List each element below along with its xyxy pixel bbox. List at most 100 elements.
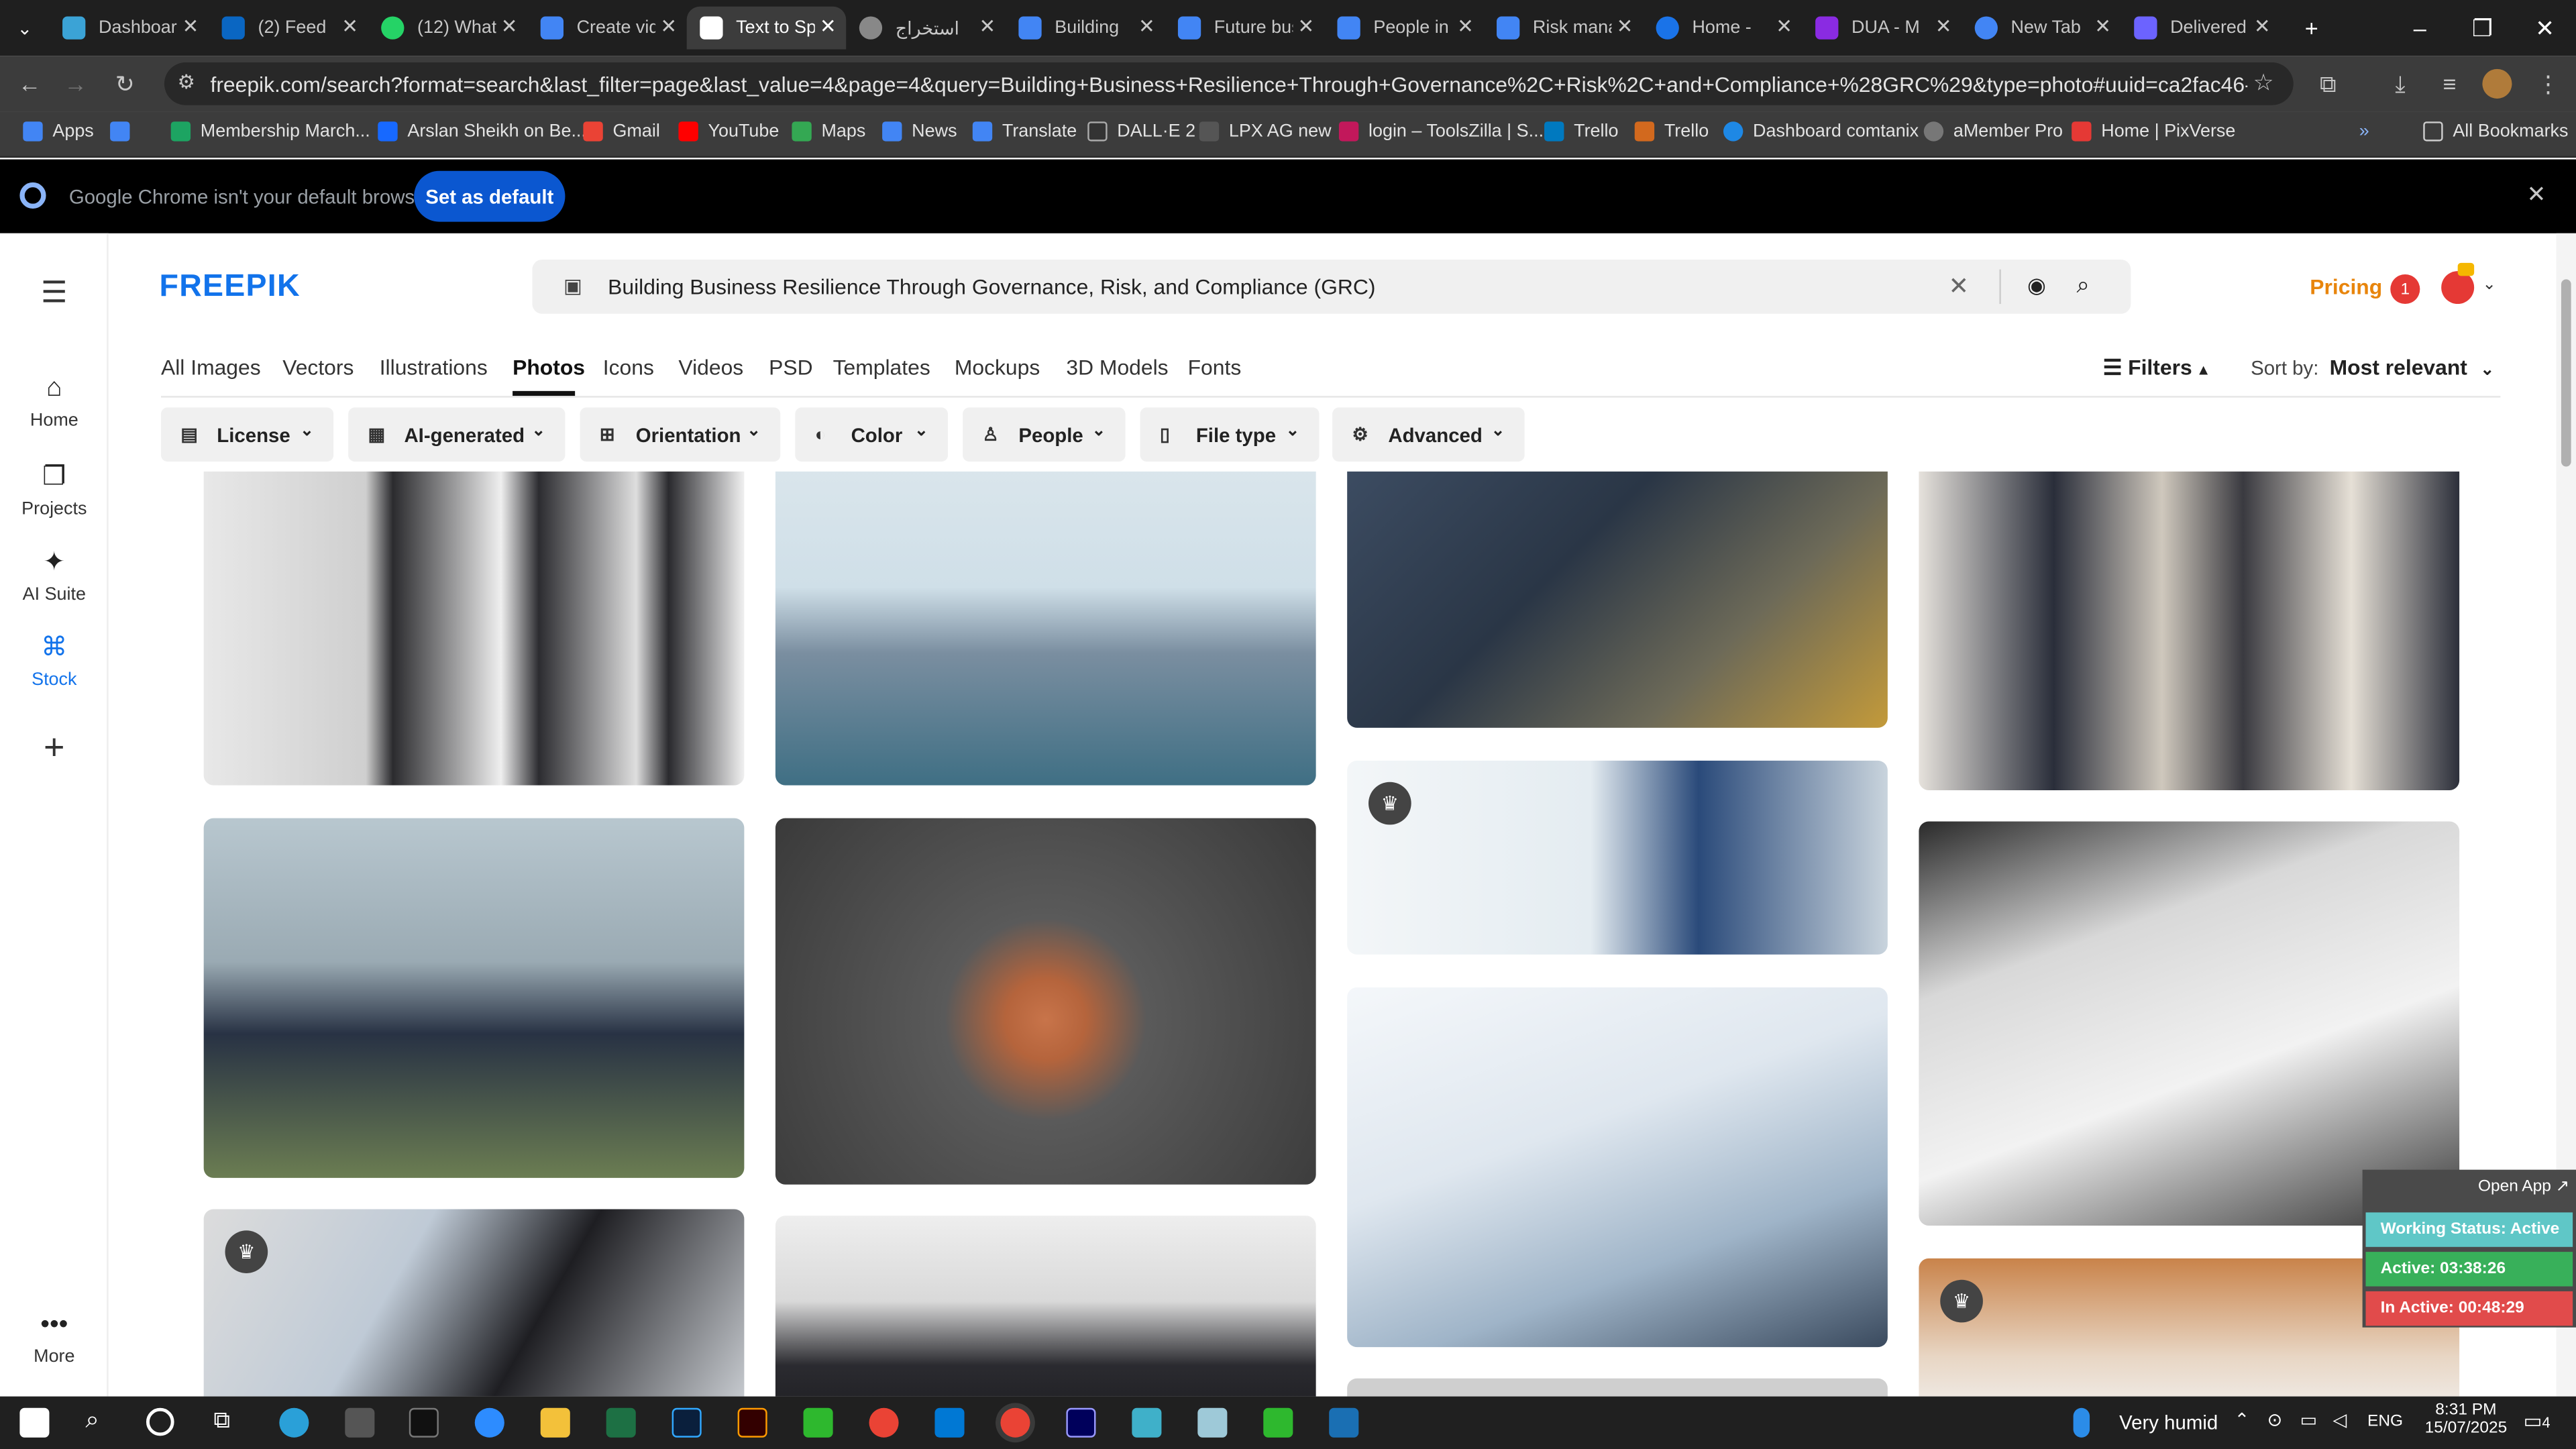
terminal-icon[interactable]	[409, 1407, 439, 1438]
close-tab-icon[interactable]: ✕	[2094, 15, 2111, 38]
close-tab-icon[interactable]: ✕	[1935, 15, 1952, 38]
browser-tab[interactable]: People in ✕	[1324, 7, 1484, 50]
camera-search-icon[interactable]: ◉	[2027, 273, 2046, 299]
phone-icon[interactable]	[803, 1407, 833, 1438]
filter-people[interactable]: ♙ People ⌄	[963, 407, 1126, 462]
tab-all-images[interactable]: All Images	[161, 355, 261, 380]
bookmark-item[interactable]: aMember Pro	[1923, 121, 2063, 142]
close-tab-icon[interactable]: ✕	[660, 15, 677, 38]
bookmark-item[interactable]: News	[882, 121, 957, 142]
bookmark-item[interactable]: YouTube	[678, 121, 779, 142]
tab-templates[interactable]: Templates	[833, 355, 930, 380]
close-tab-icon[interactable]: ✕	[501, 15, 518, 38]
tab-psd[interactable]: PSD	[769, 355, 812, 380]
browser-tab-active[interactable]: Text to Speech✕	[686, 6, 847, 50]
bookmark-item[interactable]: Membership March...	[170, 121, 370, 142]
notification-bell-icon[interactable]: 1	[2390, 274, 2420, 305]
back-icon[interactable]: ←	[15, 69, 44, 99]
excel-icon[interactable]	[606, 1407, 636, 1438]
edge-icon[interactable]	[279, 1407, 309, 1438]
sidebar-item-ai-suite[interactable]: ✦ AI Suite	[0, 545, 109, 604]
browser-tab[interactable]: Home - ✕	[1643, 7, 1803, 50]
tray-chevron-icon[interactable]: ⌃	[2235, 1409, 2250, 1431]
browser-tab[interactable]: New Tab ✕	[1962, 7, 2121, 50]
profile-avatar[interactable]	[2482, 68, 2512, 99]
browser-tab[interactable]: Risk management✕	[1483, 7, 1643, 50]
restore-icon[interactable]: ❐	[2451, 0, 2514, 56]
tab-fonts[interactable]: Fonts	[1188, 355, 1242, 380]
photoshop-icon[interactable]	[672, 1407, 702, 1438]
bookmark-item[interactable]: Trello	[1544, 121, 1619, 142]
image-type-icon[interactable]: ▣	[564, 274, 582, 297]
site-info-icon[interactable]: ⚙	[177, 70, 195, 93]
browser-tab[interactable]: Create video✕	[527, 7, 687, 50]
sort-dropdown[interactable]: Most relevant ⌄	[2330, 355, 2494, 380]
task-view-icon[interactable]: ⧉	[213, 1406, 229, 1434]
tab-vectors[interactable]: Vectors	[282, 355, 354, 380]
hamburger-menu-icon[interactable]: ☰	[0, 276, 109, 310]
tab-mockups[interactable]: Mockups	[955, 355, 1040, 380]
file-explorer-icon[interactable]	[540, 1407, 570, 1438]
phone-icon[interactable]	[1263, 1407, 1293, 1438]
bookmark-item[interactable]: Trello	[1634, 121, 1709, 142]
chrome-icon[interactable]	[1000, 1407, 1030, 1438]
browser-tab[interactable]: Building ✕	[1006, 7, 1165, 50]
browser-tab[interactable]: Dashboard✕	[49, 7, 209, 50]
search-icon[interactable]: ⌕	[85, 1406, 99, 1434]
filter-file-type[interactable]: ▯ File type ⌄	[1140, 407, 1320, 462]
vscode-icon[interactable]	[934, 1407, 965, 1438]
browser-tab[interactable]: (2) Feed ✕	[209, 7, 368, 50]
download-icon[interactable]: ⤓	[2385, 69, 2415, 99]
filter-advanced[interactable]: ⚙ Advanced ⌄	[1332, 407, 1525, 462]
close-infobar-icon[interactable]: ✕	[2527, 180, 2546, 209]
filter-orientation[interactable]: ⊞ Orientation ⌄	[580, 407, 781, 462]
photo-card[interactable]: ♛	[203, 1209, 745, 1397]
open-app-link[interactable]: Open App ↗	[2363, 1170, 2576, 1206]
browser-tab[interactable]: (12) WhatsApp✕	[368, 7, 528, 50]
url-text[interactable]: freepik.com/search?format=search&last_fi…	[210, 72, 2247, 97]
filter-license[interactable]: ▤ License ⌄	[161, 407, 334, 462]
more-bookmarks-icon[interactable]: »	[2359, 121, 2369, 141]
tab-3d-models[interactable]: 3D Models	[1066, 355, 1168, 380]
close-tab-icon[interactable]: ✕	[1617, 15, 1633, 38]
search-icon[interactable]: ⌕	[2077, 271, 2090, 299]
bookmark-item[interactable]: Dashboard comtanix	[1723, 121, 1919, 142]
media-icon[interactable]: ≡	[2434, 69, 2464, 99]
volume-icon[interactable]: ◁	[2333, 1409, 2347, 1431]
minimize-icon[interactable]: –	[2389, 0, 2451, 56]
weather-text[interactable]: Very humid	[2119, 1411, 2218, 1434]
bookmark-item[interactable]: Home | PixVerse	[2072, 121, 2235, 142]
close-tab-icon[interactable]: ✕	[182, 15, 199, 38]
app-icon[interactable]	[1197, 1407, 1228, 1438]
zoom-icon[interactable]	[474, 1407, 504, 1438]
tab-videos[interactable]: Videos	[678, 355, 743, 380]
photo-card[interactable]	[1919, 471, 2460, 790]
new-tab-icon[interactable]: +	[2280, 0, 2343, 56]
close-tab-icon[interactable]: ✕	[1776, 15, 1792, 38]
notification-center[interactable]: ▭4	[2524, 1409, 2551, 1432]
filter-color[interactable]: ◐ Color ⌄	[795, 407, 949, 462]
photo-card[interactable]: ♛	[1347, 760, 1888, 955]
bookmark-item[interactable]	[110, 121, 140, 142]
set-as-default-button[interactable]: Set as default	[414, 170, 566, 222]
chrome-menu-icon[interactable]: ⋮	[2533, 69, 2563, 99]
illustrator-icon[interactable]	[737, 1407, 767, 1438]
language-indicator[interactable]: ENG	[2367, 1413, 2403, 1431]
tab-illustrations[interactable]: Illustrations	[380, 355, 488, 380]
bookmark-item[interactable]: Translate	[972, 121, 1077, 142]
tab-search-icon[interactable]: ⌄	[0, 0, 49, 56]
photo-card[interactable]	[1347, 471, 1888, 728]
windows-start-icon[interactable]	[19, 1407, 50, 1438]
cortana-icon[interactable]	[146, 1407, 174, 1436]
scrollbar-thumb[interactable]	[2561, 279, 2571, 467]
photo-card[interactable]	[203, 471, 745, 786]
photo-card[interactable]	[775, 471, 1316, 786]
all-bookmarks[interactable]: All Bookmarks	[2423, 121, 2568, 142]
close-tab-icon[interactable]: ✕	[1138, 15, 1155, 38]
photo-card[interactable]	[1919, 821, 2460, 1226]
add-icon[interactable]: +	[0, 726, 109, 769]
sidebar-item-more[interactable]: ••• More	[0, 1311, 109, 1366]
bookmark-item[interactable]: DALL·E 2	[1087, 121, 1195, 142]
bookmark-item[interactable]: Gmail	[583, 121, 660, 142]
bookmark-item[interactable]: Arslan Sheikh on Be...	[378, 121, 586, 142]
